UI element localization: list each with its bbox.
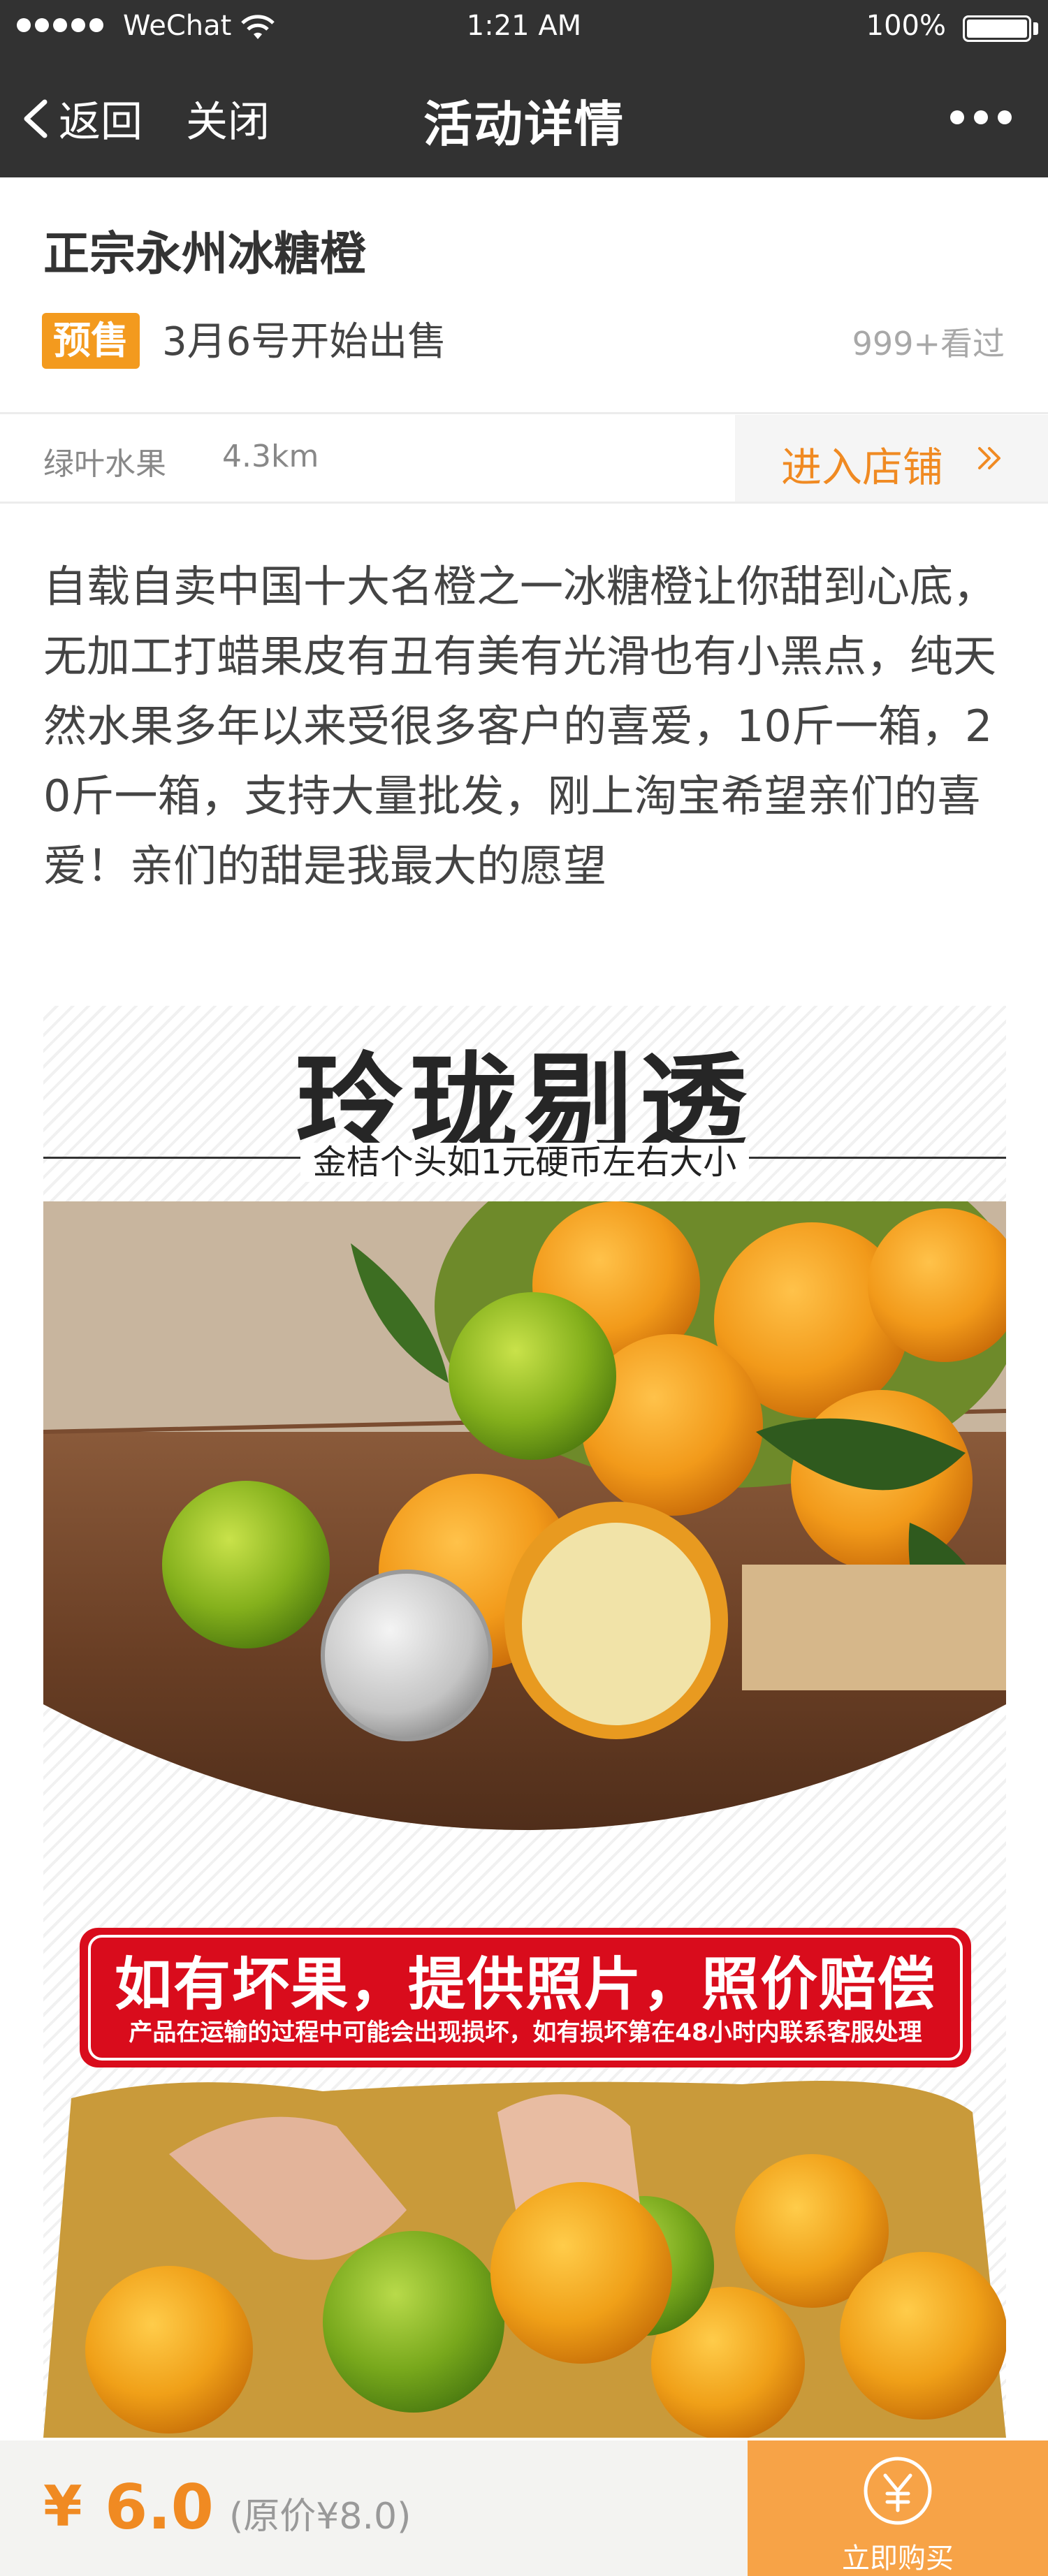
hand-kumquat-photo — [43, 2081, 1006, 2438]
banner-note: 产品在运输的过程中可能会出现损坏，如有损坏第在48小时内联系客服处理 — [129, 2019, 922, 2047]
more-dots-icon[interactable] — [950, 110, 1012, 124]
currency-symbol: ¥ — [43, 2474, 82, 2539]
poster-subheadline: 金桔个头如1元硬币左右大小 — [43, 1134, 1006, 1183]
store-distance: 4.3km — [222, 439, 319, 474]
presale-badge: 预售 — [42, 313, 140, 369]
kumquat-coin-photo — [43, 1201, 1006, 1830]
divider — [0, 502, 1048, 504]
sale-date: 3月6号开始出售 — [162, 319, 447, 365]
enter-store-button[interactable]: 进入店铺 — [735, 415, 1048, 502]
yuan-circle-icon — [864, 2457, 932, 2525]
store-row: 绿叶水果 4.3km 进入店铺 — [0, 415, 1048, 502]
product-title: 正宗永州冰糖橙 — [43, 227, 366, 281]
battery-percent: 100% — [866, 10, 946, 42]
double-chevron-right-icon — [978, 447, 1000, 469]
original-price: (原价¥8.0) — [229, 2496, 412, 2538]
nav-bar: 返回 关闭 活动详情 — [0, 57, 1048, 177]
sale-price: 6.0 — [105, 2471, 214, 2543]
banner-title: 如有坏果，提供照片，照价赔偿 — [114, 1952, 936, 2018]
bottom-bar: ¥ 6.0 (原价¥8.0) 立即购买 — [0, 2440, 1048, 2576]
product-poster: 玲珑剔透 金桔个头如1元硬币左右大小 如有坏果，提供照片，照价赔偿 产品在运输的… — [43, 1006, 1006, 2438]
store-name: 绿叶水果 — [43, 446, 166, 482]
refund-banner: 如有坏果，提供照片，照价赔偿 产品在运输的过程中可能会出现损坏，如有损坏第在48… — [80, 1928, 971, 2068]
divider — [0, 412, 1048, 414]
product-description: 自载自卖中国十大名橙之一冰糖橙让你甜到心底，无加工打蜡果皮有丑有美有光滑也有小黑… — [43, 561, 997, 891]
battery-icon — [963, 15, 1031, 42]
battery-nub — [1033, 22, 1038, 35]
status-bar: WeChat 1:21 AM 100% — [0, 0, 1048, 57]
page-title: 活动详情 — [423, 96, 625, 153]
buy-now-label: 立即购买 — [842, 2542, 954, 2575]
enter-store-label: 进入店铺 — [781, 444, 944, 491]
view-count: 999+看过 — [852, 325, 1005, 363]
buy-now-button[interactable]: 立即购买 — [748, 2440, 1048, 2576]
